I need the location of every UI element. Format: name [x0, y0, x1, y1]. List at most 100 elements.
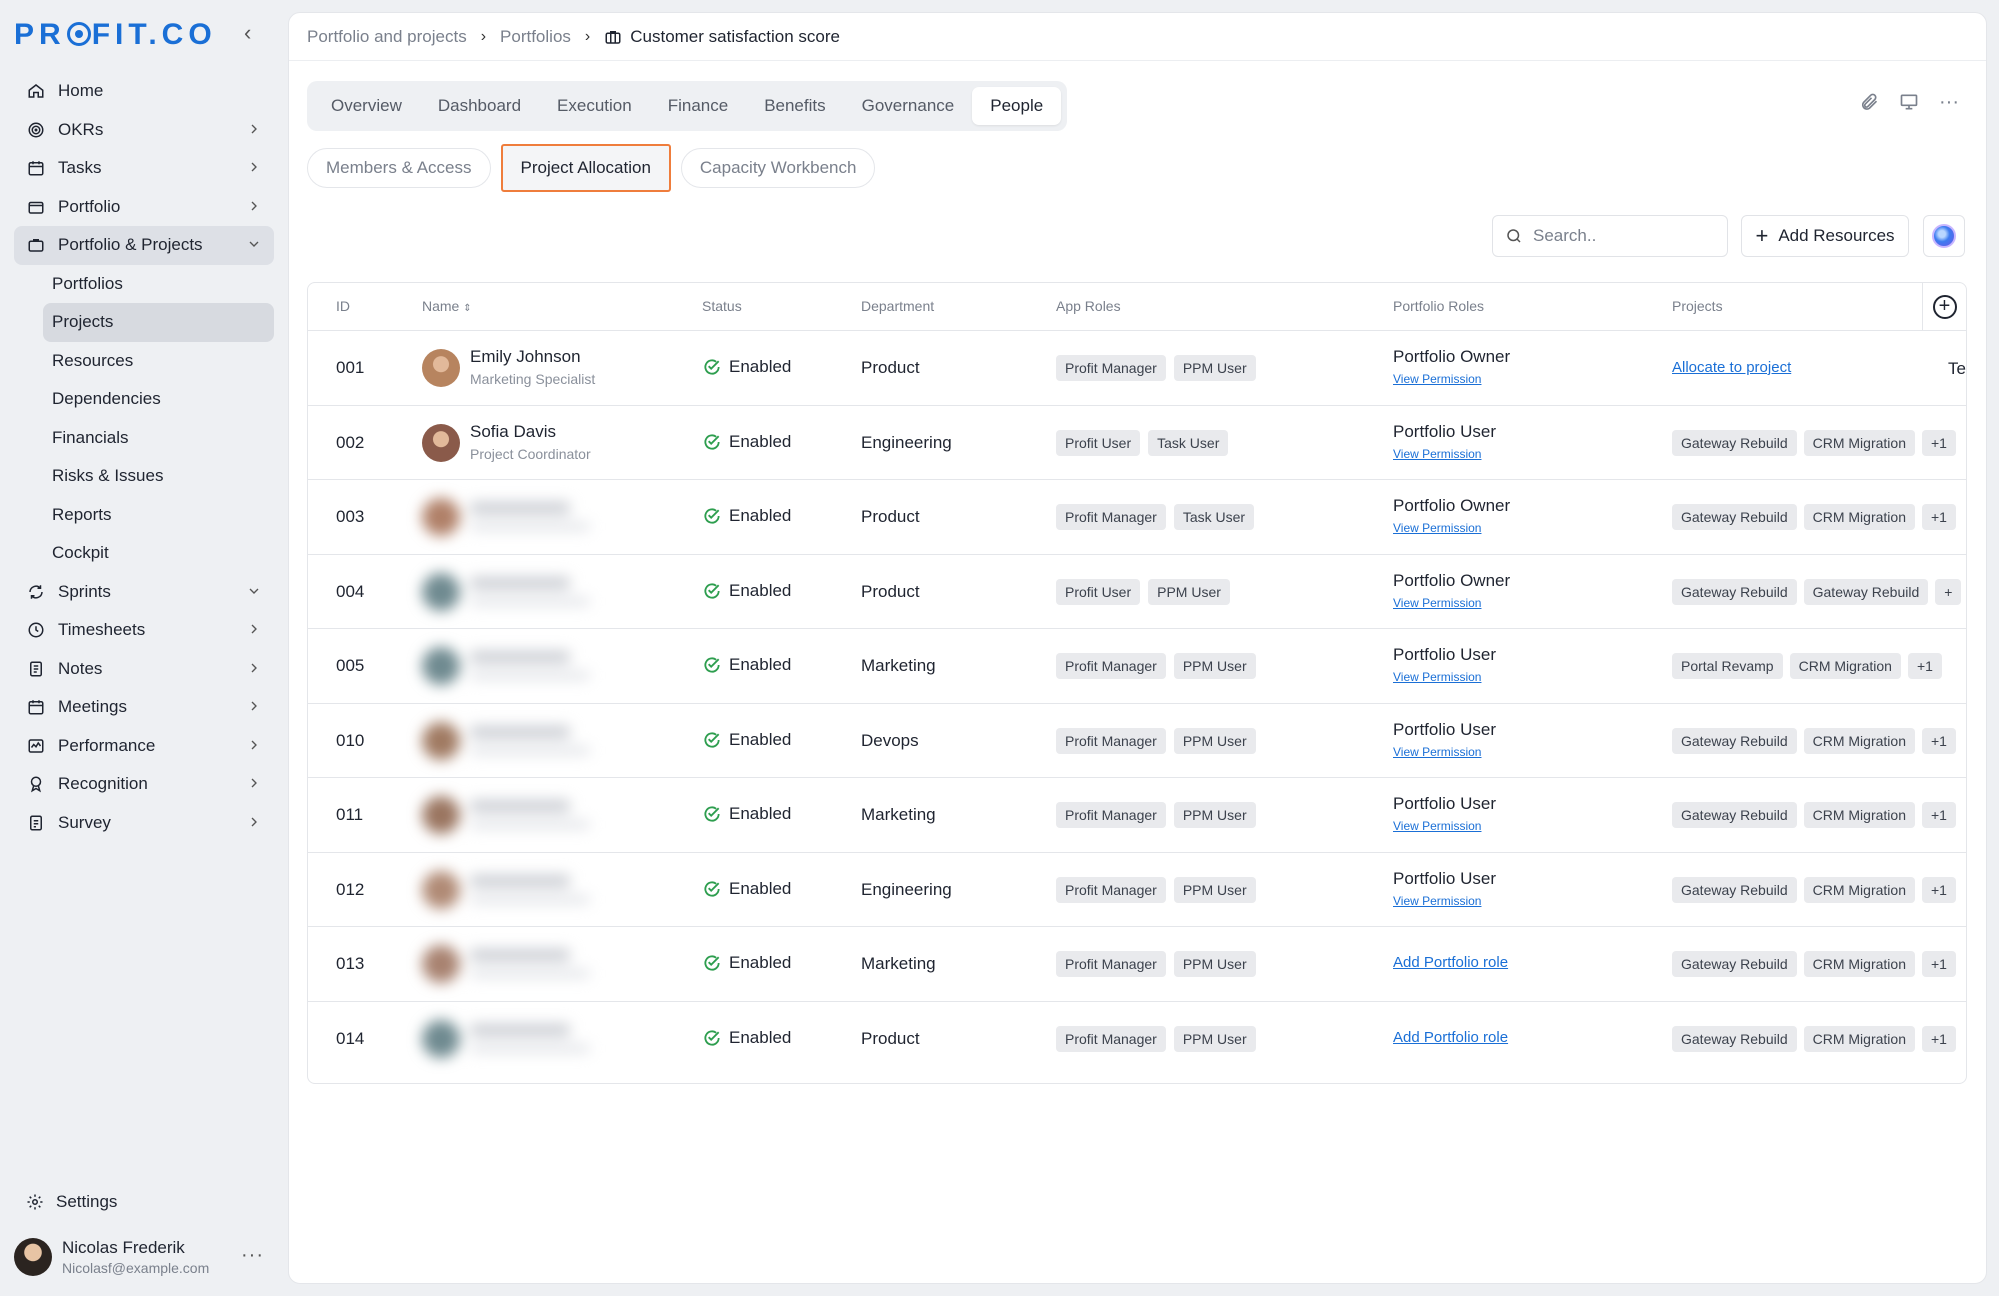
- chevron-right-icon[interactable]: [246, 698, 262, 716]
- sidebar-subitem-dependencies[interactable]: Dependencies: [43, 380, 274, 419]
- sidebar-subitem-financials[interactable]: Financials: [43, 419, 274, 458]
- table-row[interactable]: 003 Enabled Product Profit Manager Task User…: [308, 480, 1966, 555]
- project-chip[interactable]: +1: [1921, 727, 1956, 754]
- subtab-members-access[interactable]: Members & Access: [307, 148, 491, 188]
- project-chip[interactable]: Gateway Rebuild: [1672, 1025, 1797, 1052]
- sidebar-item-home[interactable]: Home: [14, 72, 274, 111]
- subtab-capacity-workbench[interactable]: Capacity Workbench: [680, 148, 876, 188]
- breadcrumb-portfolios[interactable]: Portfolios: [500, 27, 571, 47]
- header-app-roles[interactable]: App Roles: [1056, 298, 1121, 314]
- header-projects[interactable]: Projects: [1672, 298, 1723, 314]
- project-chip[interactable]: Gateway Rebuild: [1672, 876, 1797, 903]
- sidebar-item-performance[interactable]: Performance: [14, 727, 274, 766]
- search-box[interactable]: [1492, 215, 1728, 257]
- project-chip[interactable]: CRM Migration: [1803, 951, 1915, 977]
- header-name[interactable]: Name ⇕: [422, 298, 472, 314]
- project-chip[interactable]: CRM Migration: [1789, 653, 1901, 679]
- sidebar-subitem-portfolios[interactable]: Portfolios: [43, 265, 274, 304]
- tab-governance[interactable]: Governance: [844, 87, 973, 125]
- user-profile[interactable]: Nicolas Frederik Nicolasf@example.com ··…: [14, 1238, 276, 1276]
- table-row[interactable]: 010 Enabled Devops Profit Manager PPM User Po…: [308, 704, 1966, 778]
- header-status[interactable]: Status: [702, 298, 742, 314]
- view-permission-link[interactable]: View Permission: [1393, 745, 1496, 759]
- name-cell[interactable]: Emily Johnson Marketing Specialist: [470, 347, 595, 387]
- view-permission-link[interactable]: View Permission: [1393, 894, 1496, 908]
- allocate-to-project-link[interactable]: Allocate to project: [1672, 359, 1791, 376]
- sidebar-item-notes[interactable]: Notes: [14, 650, 274, 689]
- project-chip[interactable]: Gateway Rebuild: [1672, 578, 1797, 605]
- sidebar-item-survey[interactable]: Survey: [14, 804, 274, 843]
- table-row[interactable]: 011 Enabled Marketing Profit Manager PPM Use…: [308, 778, 1966, 853]
- view-permission-link[interactable]: View Permission: [1393, 372, 1510, 386]
- table-row[interactable]: 012 Enabled Engineering Profit Manager PPM U…: [308, 853, 1966, 927]
- project-chip[interactable]: Gateway Rebuild: [1672, 802, 1797, 828]
- header-portfolio-roles[interactable]: Portfolio Roles: [1393, 298, 1484, 314]
- chevron-right-icon[interactable]: [246, 621, 262, 639]
- add-portfolio-role-link[interactable]: Add Portfolio role: [1393, 1029, 1508, 1046]
- tab-finance[interactable]: Finance: [650, 87, 746, 125]
- name-cell[interactable]: Sofia Davis Project Coordinator: [470, 422, 591, 462]
- tab-overview[interactable]: Overview: [313, 87, 420, 125]
- view-permission-link[interactable]: View Permission: [1393, 521, 1510, 535]
- project-chip[interactable]: Gateway Rebuild: [1672, 504, 1797, 530]
- more-horizontal-icon[interactable]: ···: [1938, 91, 1960, 113]
- collapse-sidebar-icon[interactable]: ‹: [244, 22, 264, 46]
- chevron-down-icon[interactable]: [246, 583, 262, 601]
- sidebar-item-tasks[interactable]: Tasks: [14, 149, 274, 188]
- table-row[interactable]: 001 Emily Johnson Marketing Specialist Enab…: [308, 331, 1966, 406]
- project-chip[interactable]: +1: [1921, 1025, 1956, 1052]
- chevron-right-icon[interactable]: [246, 121, 262, 139]
- subtab-project-allocation[interactable]: Project Allocation: [500, 144, 671, 192]
- project-chip[interactable]: +1: [1921, 802, 1956, 828]
- tab-benefits[interactable]: Benefits: [746, 87, 843, 125]
- project-chip[interactable]: Gateway Rebuild: [1672, 727, 1797, 754]
- chevron-right-icon[interactable]: [246, 814, 262, 832]
- attachment-icon[interactable]: [1858, 91, 1880, 113]
- add-portfolio-role-link[interactable]: Add Portfolio role: [1393, 954, 1508, 971]
- sidebar-subitem-reports[interactable]: Reports: [43, 496, 274, 535]
- add-resources-button[interactable]: + Add Resources: [1741, 215, 1909, 257]
- add-column-button[interactable]: +: [1922, 283, 1966, 330]
- project-chip[interactable]: +: [1935, 578, 1962, 605]
- sidebar-item-meetings[interactable]: Meetings: [14, 688, 274, 727]
- sidebar-subitem-risks-issues[interactable]: Risks & Issues: [43, 457, 274, 496]
- search-input[interactable]: [1533, 226, 1713, 246]
- table-row[interactable]: 013 Enabled Marketing Profit Manager PPM Use…: [308, 927, 1966, 1002]
- project-chip[interactable]: Portal Revamp: [1672, 653, 1783, 679]
- ai-assistant-button[interactable]: [1923, 215, 1965, 257]
- project-chip[interactable]: CRM Migration: [1803, 727, 1915, 754]
- project-chip[interactable]: Gateway Rebuild: [1672, 951, 1797, 977]
- header-department[interactable]: Department: [861, 298, 934, 314]
- view-permission-link[interactable]: View Permission: [1393, 447, 1496, 461]
- project-chip[interactable]: CRM Migration: [1803, 876, 1915, 903]
- settings-link[interactable]: Settings: [26, 1192, 117, 1212]
- more-options-icon[interactable]: ···: [241, 1244, 264, 1267]
- tab-execution[interactable]: Execution: [539, 87, 650, 125]
- project-chip[interactable]: +1: [1921, 504, 1956, 530]
- tab-people[interactable]: People: [972, 87, 1062, 125]
- view-permission-link[interactable]: View Permission: [1393, 670, 1496, 684]
- project-chip[interactable]: Gateway Rebuild: [1672, 429, 1797, 456]
- sort-icon[interactable]: ⇕: [463, 303, 471, 314]
- sidebar-subitem-resources[interactable]: Resources: [43, 342, 274, 381]
- header-id[interactable]: ID: [336, 298, 350, 314]
- sidebar-subitem-projects[interactable]: Projects: [43, 303, 274, 342]
- chevron-right-icon[interactable]: [246, 737, 262, 755]
- project-chip[interactable]: +1: [1921, 951, 1956, 977]
- project-chip[interactable]: CRM Migration: [1803, 429, 1915, 456]
- chevron-down-icon[interactable]: [246, 236, 262, 254]
- sidebar-item-okrs[interactable]: OKRs: [14, 111, 274, 150]
- sidebar-item-recognition[interactable]: Recognition: [14, 765, 274, 804]
- sidebar-subitem-cockpit[interactable]: Cockpit: [43, 534, 274, 573]
- project-chip[interactable]: CRM Migration: [1803, 504, 1915, 530]
- project-chip[interactable]: Gateway Rebuild: [1803, 578, 1929, 605]
- table-row[interactable]: 005 Enabled Marketing Profit Manager PPM Use…: [308, 629, 1966, 704]
- table-row[interactable]: 014 Enabled Product Profit Manager PPM User A…: [308, 1002, 1966, 1077]
- sidebar-item-timesheets[interactable]: Timesheets: [14, 611, 274, 650]
- project-chip[interactable]: CRM Migration: [1803, 802, 1915, 828]
- chevron-right-icon[interactable]: [246, 775, 262, 793]
- sidebar-item-portfolio-projects[interactable]: Portfolio & Projects: [14, 226, 274, 265]
- presentation-icon[interactable]: [1898, 91, 1920, 113]
- sidebar-item-sprints[interactable]: Sprints: [14, 573, 274, 612]
- chevron-right-icon[interactable]: [246, 159, 262, 177]
